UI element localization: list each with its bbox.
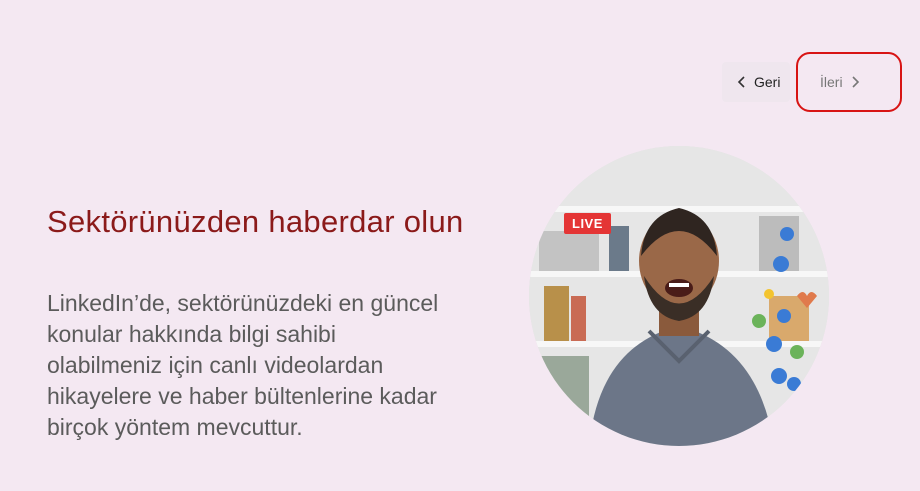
next-button[interactable]: İleri [796, 52, 902, 112]
live-video-illustration [529, 146, 829, 446]
page-title: Sektörünüzden haberdar olun [47, 204, 464, 239]
description-text: LinkedIn’de, sektörünüzdeki en güncel ko… [47, 290, 439, 440]
live-badge: LIVE [564, 213, 611, 234]
back-button-label: Geri [754, 74, 781, 90]
chevron-right-icon [849, 76, 861, 88]
chevron-left-icon [736, 76, 748, 88]
next-button-label: İleri [820, 74, 843, 90]
navigation-controls: Geri İleri [722, 52, 902, 112]
back-button[interactable]: Geri [722, 62, 790, 102]
